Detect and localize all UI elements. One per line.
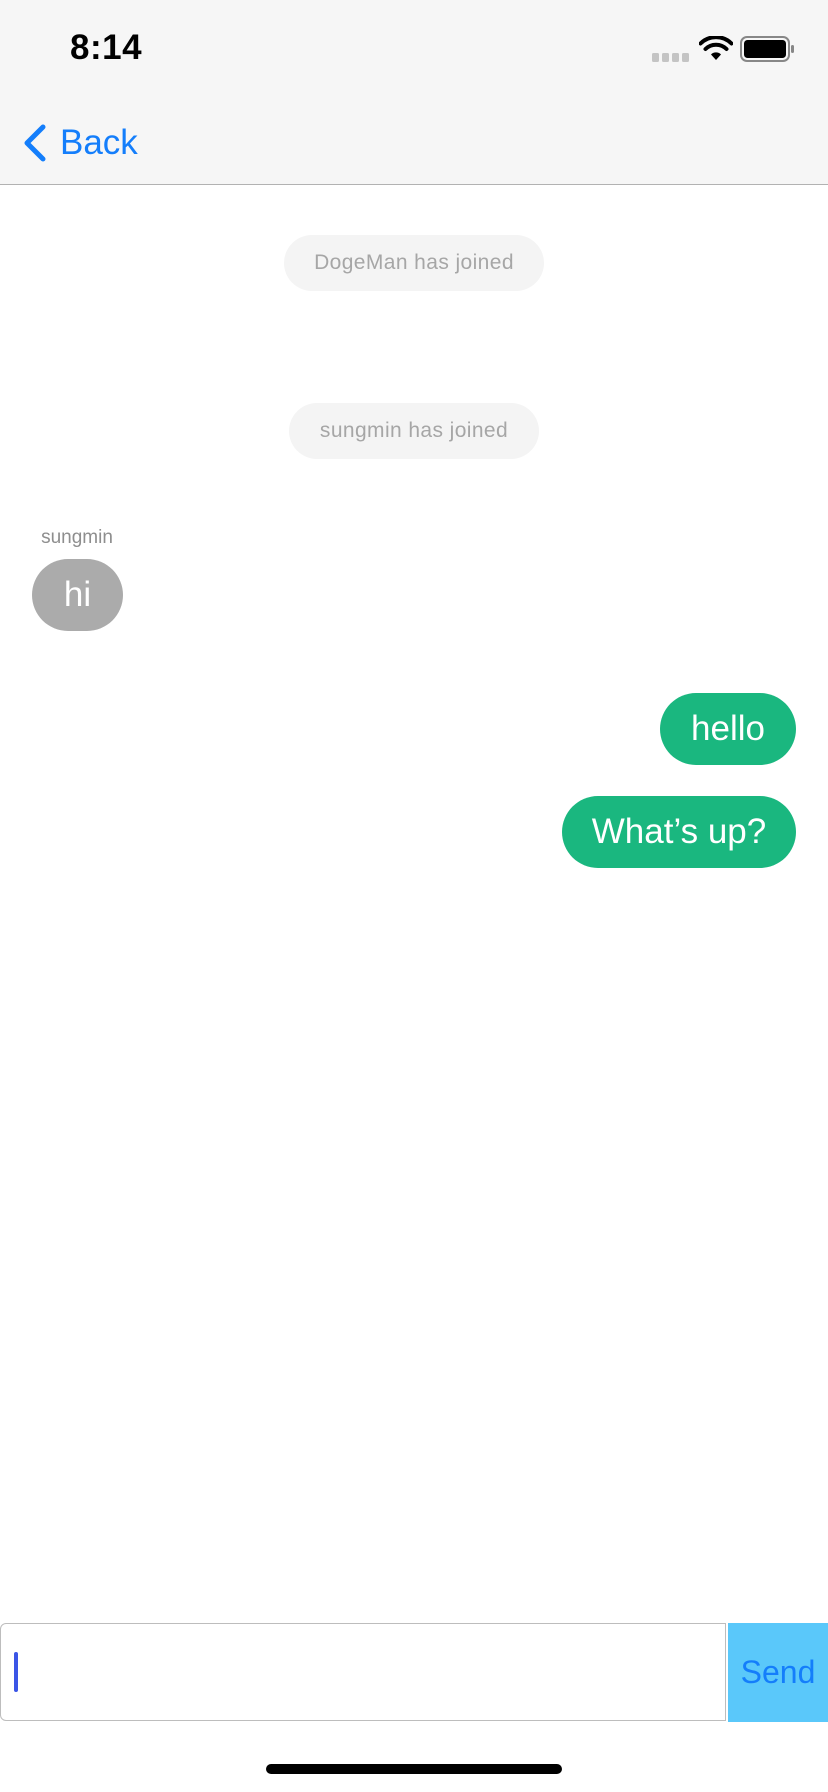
- status-time: 8:14: [70, 28, 143, 67]
- system-message: sungmin has joined: [289, 403, 539, 459]
- message-composer: Send: [0, 1623, 828, 1723]
- wifi-icon: [699, 36, 733, 60]
- back-label: Back: [60, 123, 138, 162]
- chevron-left-icon: [24, 124, 46, 162]
- incoming-message-bubble: hi: [32, 559, 123, 631]
- outgoing-message-bubble: hello: [660, 693, 796, 765]
- sender-name: sungmin: [41, 527, 113, 548]
- text-cursor: [14, 1652, 18, 1692]
- send-button[interactable]: Send: [728, 1623, 828, 1722]
- status-bar: 8:14: [0, 0, 828, 96]
- navigation-bar: Back: [0, 96, 828, 185]
- message-input[interactable]: [0, 1623, 726, 1721]
- outgoing-message-bubble: What’s up?: [562, 796, 796, 868]
- back-button[interactable]: Back: [22, 119, 138, 167]
- signal-icon: [652, 53, 689, 62]
- battery-icon: [740, 36, 794, 62]
- home-indicator: [266, 1764, 562, 1774]
- system-message: DogeMan has joined: [284, 235, 544, 291]
